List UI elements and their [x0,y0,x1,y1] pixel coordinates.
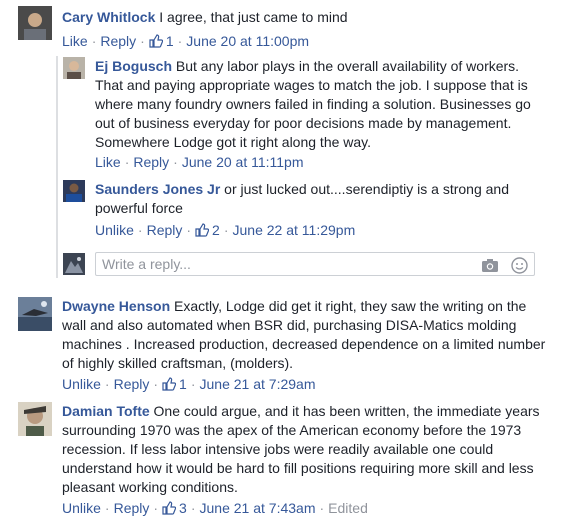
comment-body: Ej Bogusch But any labor plays in the ov… [95,57,565,152]
avatar-current-user [63,253,85,275]
avatar [63,253,85,275]
author-name[interactable]: Ej Bogusch [95,58,172,74]
unlike-link[interactable]: Unlike [95,222,134,238]
comment-text-line: Somewhere Lodge got it right along the w… [95,134,372,150]
comment-actions: Unlike · Reply · 2 · June 22 at 11:29pm [95,222,356,238]
like-link[interactable]: Like [62,33,88,49]
edited-label[interactable]: Edited [328,500,368,516]
comment-text-line: or just lucked out....serendiptiy is a s… [224,181,509,197]
comment-text-line: out of business everyday for poor decisi… [95,115,512,131]
timestamp[interactable]: June 20 at 11:00pm [186,33,309,49]
comment-text-line: wall and also automated when BSR did, pu… [62,317,517,333]
reply-link[interactable]: Reply [114,376,150,392]
comment-text-line: understand how it would be hard to fill … [62,460,534,476]
like-count[interactable]: 3 [162,500,187,516]
avatar[interactable] [18,6,52,40]
reply-link[interactable]: Reply [114,500,150,516]
comment-actions: Unlike · Reply · 3 · June 21 at 7:43am · Edited [62,500,368,516]
unlike-link[interactable]: Unlike [62,376,101,392]
reply-link[interactable]: Reply [133,154,169,170]
timestamp[interactable]: June 21 at 7:43am [200,500,316,516]
thumbs-up-icon [195,223,210,237]
comment-body: Damian Tofte One could argue, and it has… [62,402,567,497]
timestamp[interactable]: June 22 at 11:29pm [233,222,356,238]
author-name[interactable]: Saunders Jones Jr [95,181,220,197]
thumbs-up-icon [149,34,163,48]
comment-body: Saunders Jones Jr or just lucked out....… [95,180,565,218]
like-count[interactable]: 2 [195,222,220,238]
comment-text-line: of highly skilled craftsman, (molders). [62,355,294,371]
timestamp[interactable]: June 20 at 11:11pm [182,154,304,170]
comment-actions: Unlike · Reply · 1 · June 21 at 7:29am [62,376,316,392]
reply-link[interactable]: Reply [147,222,183,238]
timestamp[interactable]: June 21 at 7:29am [200,376,316,392]
comment-text-line: Exactly, Lodge did get it right, they sa… [174,298,527,314]
comment-text-line: where many foundry owners failed in find… [95,96,531,112]
comment-text-line: machines . Increased production, decreas… [62,336,546,352]
comment-text-line: That and paying appropriate wages to mat… [95,77,528,93]
avatar[interactable] [63,180,85,202]
reply-composer-icons [481,256,528,274]
avatar-damian-tofte [18,402,52,436]
comment-text-line: recession. If less labor intensive jobs … [62,441,494,457]
comment-text-line: surrounding 1970 was the apex of the Ame… [62,422,522,438]
author-name[interactable]: Damian Tofte [62,403,150,419]
like-count[interactable]: 1 [162,376,187,392]
avatar-saunders-jones [63,180,85,202]
camera-icon[interactable] [481,257,499,273]
comment-body: Cary Whitlock I agree, that just came to… [62,8,552,27]
like-count[interactable]: 1 [149,33,174,49]
comment-body: Dwayne Henson Exactly, Lodge did get it … [62,297,562,373]
unlike-link[interactable]: Unlike [62,500,101,516]
reply-link[interactable]: Reply [100,33,136,49]
avatar-dwayne-henson [18,297,52,331]
thumbs-up-icon [162,501,177,515]
avatar[interactable] [18,297,52,331]
comment-text-line: powerful force [95,200,183,216]
avatar-ej-bogusch [63,57,85,79]
comment-actions: Like · Reply · June 20 at 11:11pm [95,154,304,170]
comment-text: I agree, that just came to mind [159,9,348,25]
comment-text-line: pleasant working conditions. [62,479,238,495]
reply-input[interactable] [96,253,468,275]
like-link[interactable]: Like [95,154,121,170]
comment-text-line: One could argue, and it has been written… [153,403,540,419]
emoji-icon[interactable] [511,257,528,274]
author-name[interactable]: Cary Whitlock [62,9,155,25]
author-name[interactable]: Dwayne Henson [62,298,170,314]
avatar[interactable] [63,57,85,79]
avatar[interactable] [18,402,52,436]
thread-line [56,56,58,278]
comment-text-line: But any labor plays in the overall avail… [175,58,520,74]
thumbs-up-icon [162,377,177,391]
reply-composer[interactable] [95,252,535,276]
avatar-cary-whitlock [18,6,52,40]
comment-actions: Like · Reply · 1 · June 20 at 11:00pm [62,33,310,49]
